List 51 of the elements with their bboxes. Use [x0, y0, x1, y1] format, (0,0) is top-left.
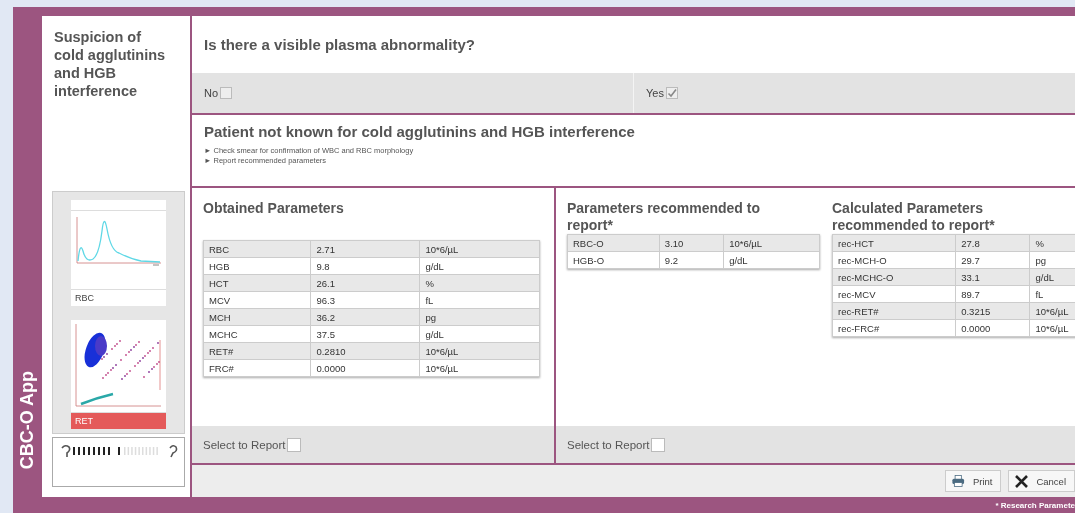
table-cell: 9.2 — [659, 251, 724, 269]
table-cell: rec-HCT — [832, 234, 956, 252]
table-cell: fL — [419, 291, 540, 309]
table-cell: g/dL — [419, 257, 540, 275]
table-cell: 0.0000 — [955, 319, 1030, 337]
table-cell: 2.71 — [310, 240, 420, 258]
table-cell: RBC-O — [567, 234, 660, 252]
result-title: Patient not known for cold agglutinins and HGB interference — [204, 123, 636, 140]
table-cell: 37.5 — [310, 325, 420, 343]
table-cell: 96.3 — [310, 291, 420, 309]
app-title: CBC-O App — [17, 370, 38, 469]
printer-icon — [952, 474, 965, 488]
section-title: Suspicion of cold agglutinins and HGB interference — [53, 28, 167, 100]
table-cell: g/dL — [419, 325, 540, 343]
checkbox-label: Select to Report — [567, 438, 650, 451]
section-title: Parameters recommended to report* — [567, 200, 761, 234]
question-text: Is there a visible plasma abnormality? — [204, 36, 475, 53]
table-cell: % — [1029, 234, 1075, 252]
thumbnail-label[interactable]: RET — [71, 412, 166, 429]
table-cell: 10*6/µL — [419, 240, 540, 258]
table-cell: HGB-O — [567, 251, 660, 269]
table-cell: MCHC — [203, 325, 311, 343]
checkbox-label: Select to Report — [203, 438, 286, 451]
checkbox[interactable] — [651, 437, 666, 452]
table-cell: g/dL — [723, 251, 820, 269]
table-cell: 3.10 — [659, 234, 724, 252]
table-cell: 10*6/µL — [419, 359, 540, 377]
table-cell: 89.7 — [955, 285, 1030, 303]
checkbox[interactable] — [665, 87, 678, 99]
table-cell: 29.7 — [955, 251, 1030, 269]
table-cell: FRC# — [203, 359, 311, 377]
cancel-button[interactable]: Cancel — [1008, 470, 1075, 492]
table-cell: RBC — [203, 240, 311, 258]
checkbox[interactable] — [287, 437, 302, 452]
footnote: * Research Paramete — [995, 500, 1075, 510]
section-title: Calculated Parameters recommended to report* — [832, 200, 996, 234]
option-label: Yes — [646, 87, 664, 99]
table-cell: 9.8 — [310, 257, 420, 275]
print-button[interactable]: Print — [945, 470, 1002, 492]
table-cell: 10*6/µL — [723, 234, 820, 252]
table-cell: rec-MCH-O — [832, 251, 956, 269]
table-cell: 0.0000 — [310, 359, 420, 377]
table-cell: HGB — [203, 257, 311, 275]
section-title: Obtained Parameters — [203, 200, 345, 218]
close-icon — [1015, 474, 1029, 488]
table-cell: 27.8 — [955, 234, 1030, 252]
table-cell: rec-MCV — [832, 285, 956, 303]
table-cell: rec-FRC# — [832, 319, 956, 337]
option-label: No — [204, 87, 219, 99]
checkbox[interactable] — [220, 87, 233, 99]
table-cell: MCV — [203, 291, 311, 309]
